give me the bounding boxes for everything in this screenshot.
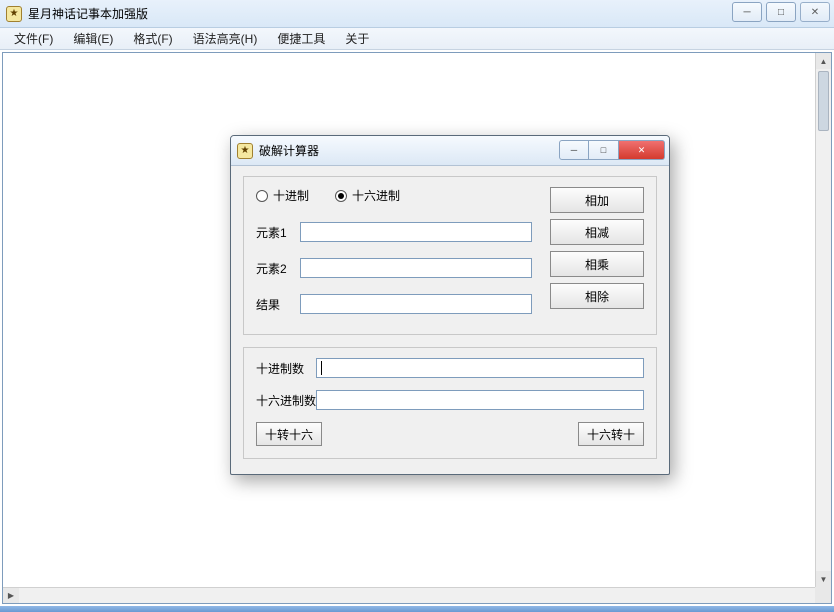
- scroll-down-arrow-icon[interactable]: ▼: [816, 571, 831, 587]
- dialog-close-button[interactable]: ✕: [619, 140, 665, 160]
- menu-about[interactable]: 关于: [335, 28, 379, 49]
- calculator-dialog: ★ 破解计算器 ─ □ ✕ 十进制 十六进制: [230, 135, 670, 475]
- app-icon: ★: [6, 6, 22, 22]
- radio-circle-icon: [335, 190, 347, 202]
- radio-decimal[interactable]: 十进制: [256, 187, 309, 204]
- elem2-label: 元素2: [256, 260, 300, 277]
- scroll-corner: [815, 587, 831, 603]
- div-button[interactable]: 相除: [550, 283, 644, 309]
- vertical-scroll-thumb[interactable]: [818, 71, 829, 131]
- dialog-body: 十进制 十六进制 元素1 元素2: [231, 166, 669, 475]
- menu-edit[interactable]: 编辑(E): [63, 28, 123, 49]
- arithmetic-group: 十进制 十六进制 元素1 元素2: [243, 176, 657, 335]
- menu-handy-tools[interactable]: 便捷工具: [267, 28, 335, 49]
- main-titlebar: ★ 星月神话记事本加强版 ─ □ ✕: [0, 0, 834, 28]
- horizontal-scrollbar[interactable]: ◀ ▶: [3, 587, 815, 603]
- main-minimize-button[interactable]: ─: [732, 2, 762, 22]
- dialog-app-icon: ★: [237, 143, 253, 159]
- menubar: 文件(F) 编辑(E) 格式(F) 语法高亮(H) 便捷工具 关于: [0, 28, 834, 50]
- main-window-title: 星月神话记事本加强版: [28, 5, 148, 22]
- dec-to-hex-button[interactable]: 十转十六: [256, 422, 322, 446]
- radio-dot-icon: [338, 193, 344, 199]
- dialog-window-controls: ─ □ ✕: [559, 140, 665, 160]
- dialog-maximize-button[interactable]: □: [589, 140, 619, 160]
- menu-file[interactable]: 文件(F): [4, 28, 63, 49]
- menu-format[interactable]: 格式(F): [123, 28, 182, 49]
- scroll-up-arrow-icon[interactable]: ▲: [816, 53, 831, 69]
- elem2-input[interactable]: [300, 258, 532, 278]
- radio-decimal-label: 十进制: [273, 187, 309, 204]
- result-label: 结果: [256, 296, 300, 313]
- dialog-titlebar[interactable]: ★ 破解计算器 ─ □ ✕: [231, 136, 669, 166]
- main-close-button[interactable]: ✕: [800, 2, 830, 22]
- menu-syntax-highlight[interactable]: 语法高亮(H): [183, 28, 268, 49]
- conversion-group: 十进制数 十六进制数 十转十六 十六转十: [243, 347, 657, 459]
- decimal-number-label: 十进制数: [256, 360, 316, 377]
- radix-radio-group: 十进制 十六进制: [256, 187, 532, 204]
- elem1-input[interactable]: [300, 222, 532, 242]
- hex-number-label: 十六进制数: [256, 392, 316, 409]
- decimal-number-input[interactable]: [316, 358, 644, 378]
- add-button[interactable]: 相加: [550, 187, 644, 213]
- main-maximize-button[interactable]: □: [766, 2, 796, 22]
- scroll-right-arrow-icon[interactable]: ▶: [3, 588, 19, 603]
- dialog-minimize-button[interactable]: ─: [559, 140, 589, 160]
- radio-hex-label: 十六进制: [352, 187, 400, 204]
- hex-to-dec-button[interactable]: 十六转十: [578, 422, 644, 446]
- main-window-bottom-border: [0, 606, 834, 612]
- radio-circle-icon: [256, 190, 268, 202]
- dialog-title: 破解计算器: [259, 142, 319, 159]
- mul-button[interactable]: 相乘: [550, 251, 644, 277]
- hex-number-input[interactable]: [316, 390, 644, 410]
- text-caret-icon: [321, 361, 322, 375]
- elem1-label: 元素1: [256, 224, 300, 241]
- result-input[interactable]: [300, 294, 532, 314]
- sub-button[interactable]: 相减: [550, 219, 644, 245]
- vertical-scrollbar[interactable]: ▲ ▼: [815, 53, 831, 587]
- operation-buttons: 相加 相减 相乘 相除: [550, 187, 644, 322]
- main-window-controls: ─ □ ✕: [732, 2, 830, 22]
- radio-hex[interactable]: 十六进制: [335, 187, 400, 204]
